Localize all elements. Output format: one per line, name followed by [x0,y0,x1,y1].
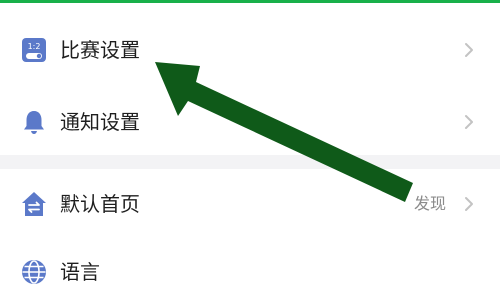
bell-icon [20,108,48,136]
top-accent-bar [0,0,500,3]
settings-item-label: 比赛设置 [60,38,140,62]
scoreboard-toggle-icon: 1:2 [20,36,48,64]
settings-item-label: 通知设置 [60,110,140,134]
settings-item-label: 默认首页 [60,192,140,216]
settings-item-language[interactable]: 语言 [0,240,500,304]
home-swap-icon [20,190,48,218]
settings-item-notification[interactable]: 通知设置 [0,90,500,154]
chevron-right-icon [465,115,473,129]
chevron-right-icon [465,43,473,57]
globe-icon [20,258,48,286]
default-home-value: 发现 [413,194,446,213]
scoreboard-icon-text: 1:2 [28,42,41,51]
settings-item-match[interactable]: 1:2 比赛设置 [0,18,500,82]
settings-item-label: 语言 [60,260,100,284]
section-divider [0,155,500,169]
settings-item-default-home[interactable]: 默认首页 发现 [0,172,500,236]
chevron-right-icon [465,197,473,211]
